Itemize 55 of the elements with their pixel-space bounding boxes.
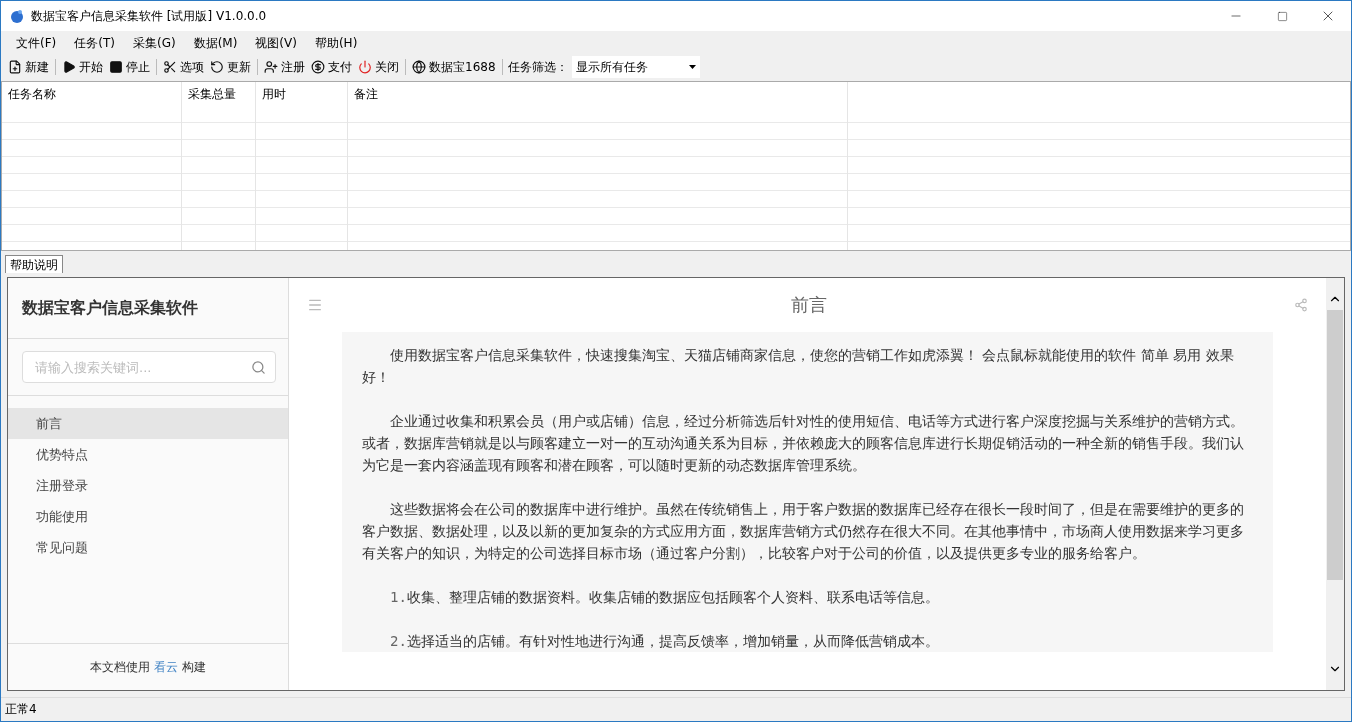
dropdown-caret-icon	[688, 65, 696, 69]
toolbar-button[interactable]: 数据宝1688	[409, 56, 499, 78]
new-file-icon	[8, 60, 22, 74]
paragraph: 企业通过收集和积累会员（用户或店铺）信息，经过分析筛选后针对性的使用短信、电话等方式进行客户深度挖掘与关系维护的营销方式。或者，数据库营销就是以与顾客建立一对一的互动沟通关系为目标，并依赖庞大的顾客信息库进行长期促销活动的一种全新的销售手段。我们认为它是一套内容涵盖现有顾客和潜在顾客，可以随时更新的动态数据库管理系统。	[362, 412, 1245, 475]
task-filter-dropdown[interactable]: 显示所有任务	[571, 56, 700, 78]
footer-link[interactable]: 看云	[154, 659, 178, 674]
toolbar-button[interactable]: 开始	[59, 56, 106, 78]
menu-item[interactable]: 采集(G)	[123, 34, 185, 52]
doc-title: 数据宝客户信息采集软件	[8, 278, 288, 339]
tab[interactable]: 帮助说明	[5, 255, 63, 273]
filter-label: 任务筛选：	[507, 58, 568, 76]
search-icon	[251, 360, 266, 375]
scrollbar[interactable]	[1326, 278, 1344, 690]
menu-item[interactable]: 视图(V)	[246, 34, 306, 52]
refresh-icon	[210, 60, 224, 74]
user-plus-icon	[264, 60, 278, 74]
toolbar-button[interactable]: 更新	[207, 56, 254, 78]
nav-item[interactable]: 优势特点	[8, 439, 288, 470]
scissors-icon	[163, 60, 177, 74]
search-field[interactable]: 请输入搜索关键词...	[22, 351, 276, 383]
list-item: 2.选择适当的店铺。有针对性地进行沟通，提高反馈率，增加销量，从而降低营销成本。	[389, 632, 940, 651]
toolbar-button[interactable]: 选项	[160, 56, 207, 78]
nav-item[interactable]: 功能使用	[8, 501, 288, 532]
nav-item[interactable]: 前言	[8, 408, 288, 439]
maximize-icon	[1276, 10, 1288, 22]
toolbar-button[interactable]: 新建	[5, 56, 52, 78]
menu-item[interactable]: 数据(M)	[184, 34, 247, 52]
column-header[interactable]: 采集总量	[182, 82, 256, 106]
column-header[interactable]: 用时	[256, 82, 348, 106]
menu-item[interactable]: 文件(F)	[7, 34, 66, 52]
play-icon	[62, 60, 76, 74]
coin-icon	[311, 60, 325, 74]
toolbar-button[interactable]: 停止	[106, 56, 153, 78]
toolbar-button[interactable]: 注册	[261, 56, 308, 78]
column-header[interactable]: 任务名称	[2, 82, 182, 106]
page-title: 前言	[790, 293, 827, 317]
power-icon	[358, 60, 372, 74]
stop-icon	[109, 60, 123, 74]
menu-icon[interactable]	[307, 297, 323, 313]
menu-item[interactable]: 任务(T)	[65, 34, 124, 52]
globe-icon	[412, 60, 426, 74]
toolbar-button[interactable]: 支付	[308, 56, 355, 78]
window-title: 数据宝客户信息采集软件 [试用版] V1.0.0.0	[31, 7, 268, 25]
menu-item[interactable]: 帮助(H)	[305, 34, 367, 52]
status-text: 正常4	[5, 700, 37, 718]
footer-text: 本文档使用 看云 构建	[90, 658, 206, 676]
list-item: 1.收集、整理店铺的数据资料。收集店铺的数据应包括顾客个人资料、联系电话等信息。	[389, 588, 940, 607]
paragraph: 这些数据将会在公司的数据库中进行维护。虽然在传统销售上，用于客户数据的数据库已经存在很长一段时间了，但是在需要维护的更多的客户数据、数据处理，以及以新的更加复杂的方式应用方面，数据库营销方式仍然存在很大不同。在其他事情中，市场商人使用数据来学习更多有关客户的知识，为特定的公司选择目标市场（通过客户分割），比较客户对于公司的价值，以及提供更多专业的服务给客户。	[362, 500, 1245, 563]
nav-item[interactable]: 常见问题	[8, 532, 288, 563]
toolbar-button[interactable]: 关闭	[355, 56, 402, 78]
share-icon[interactable]	[1294, 298, 1308, 312]
nav-item[interactable]: 注册登录	[8, 470, 288, 501]
column-header[interactable]: 备注	[348, 82, 848, 106]
paragraph: 使用数据宝客户信息采集软件，快速搜集淘宝、天猫店铺商家信息，使您的营销工作如虎添翼！ 会点鼠标就能使用的软件 简单 易用 效果好！	[362, 346, 1235, 387]
app-logo-icon	[9, 8, 25, 24]
